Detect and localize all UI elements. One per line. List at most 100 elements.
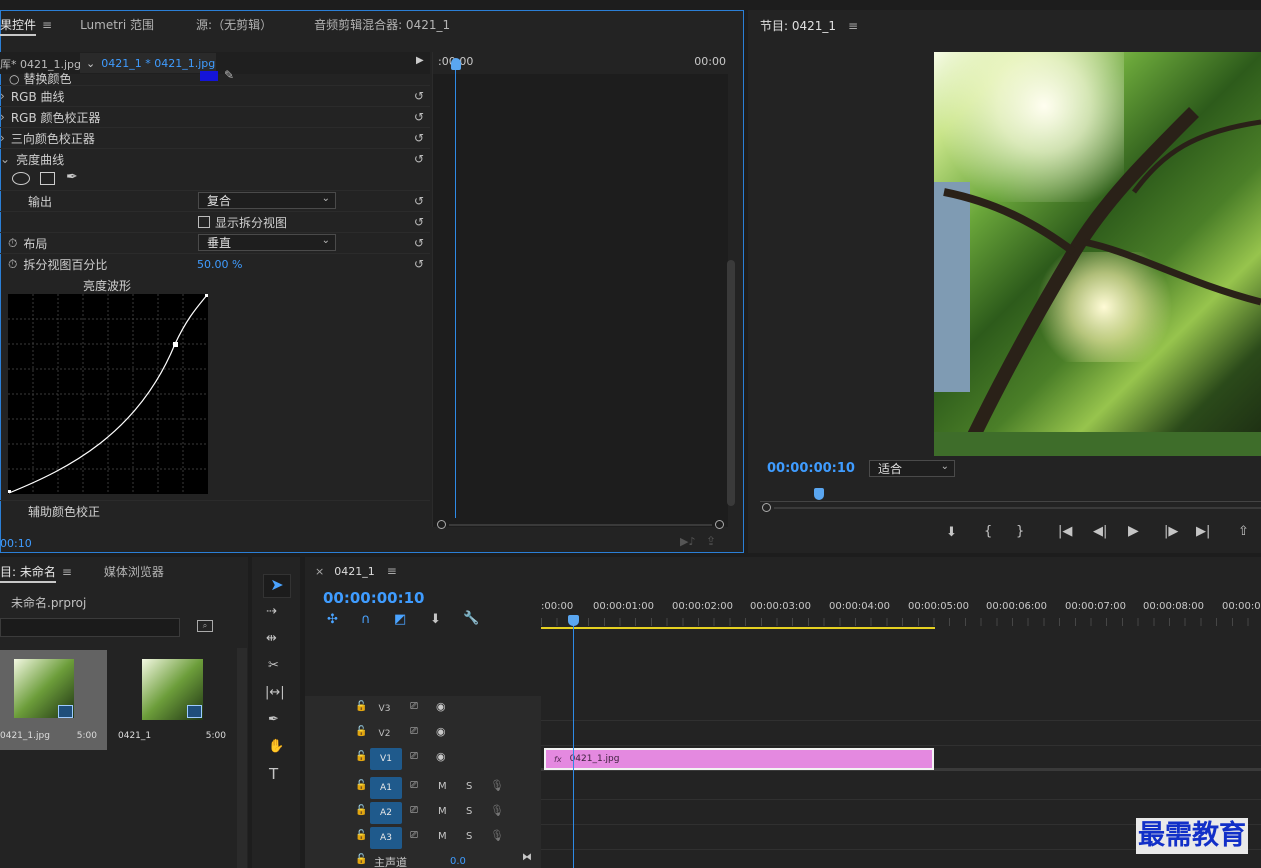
layout-dropdown[interactable]: 垂直 ⌄ (198, 234, 336, 251)
project-item-still[interactable]: 0421_1.jpg 5:00 (0, 650, 107, 750)
panel-menu-icon[interactable]: ≡ (42, 18, 52, 32)
track-target-v1[interactable]: V1 (370, 748, 402, 770)
lift-icon[interactable]: ⇧ (1238, 524, 1249, 539)
eye-icon[interactable]: ◉ (436, 750, 446, 763)
lock-icon[interactable]: 🔓 (355, 805, 367, 816)
reset-icon[interactable]: ↺ (414, 215, 424, 229)
track-target-v2[interactable]: V2 (372, 723, 397, 745)
nest-toggle-icon[interactable]: ✣ (327, 612, 338, 627)
pen-mask-icon[interactable]: ✒ (66, 169, 78, 185)
play-icon[interactable]: ▶ (1128, 523, 1139, 539)
stopwatch-icon[interactable]: ⏱ (8, 257, 17, 272)
mark-in-icon[interactable]: { (984, 524, 992, 539)
panel-menu-icon[interactable]: ≡ (848, 19, 858, 33)
add-marker-icon[interactable]: ⬇ (430, 612, 441, 627)
hand-tool-icon[interactable]: ✋ (268, 739, 284, 754)
vertical-scrollbar[interactable] (727, 260, 735, 506)
lock-icon[interactable]: 🔓 (355, 780, 367, 791)
timeline-ruler[interactable]: :00:00 00:00:01:00 00:00:02:00 00:00:03:… (541, 598, 1261, 630)
keyframe-playhead-handle[interactable] (451, 58, 461, 70)
keyframe-playhead[interactable] (455, 58, 456, 518)
stopwatch-icon[interactable]: ⏱ (8, 236, 17, 251)
export-icon[interactable]: ⇪ (706, 534, 716, 548)
eyedropper-icon[interactable]: ✎ (224, 68, 234, 82)
sync-lock-icon[interactable]: ⎚ (410, 805, 418, 816)
selection-tool-icon[interactable]: ➤ (263, 574, 291, 598)
effect-current-time[interactable]: 00:10 (0, 537, 32, 550)
color-swatch[interactable] (200, 71, 218, 81)
microphone-icon[interactable]: 🎙 (490, 779, 504, 792)
reset-icon[interactable]: ↺ (414, 110, 424, 124)
expand-icon[interactable]: › (0, 131, 5, 145)
reset-icon[interactable]: ↺ (414, 257, 424, 271)
tab-audio-clip-mixer[interactable]: 音频剪辑混合器: 0421_1 (302, 16, 462, 33)
program-ruler[interactable] (760, 488, 1261, 502)
expand-icon[interactable]: › (0, 89, 5, 103)
tab-lumetri-scopes[interactable]: Lumetri 范围 (68, 16, 166, 33)
tab-source[interactable]: 源:（无剪辑） (184, 16, 284, 33)
close-icon[interactable]: × (315, 565, 324, 578)
split-percent-value[interactable]: 50.00 % (197, 258, 242, 271)
lock-icon[interactable]: 🔓 (355, 751, 367, 762)
microphone-icon[interactable]: 🎙 (490, 804, 504, 817)
go-to-out-icon[interactable]: ▶| (1196, 524, 1210, 539)
reset-icon[interactable]: ↺ (414, 89, 424, 103)
reset-icon[interactable]: ↺ (414, 131, 424, 145)
lock-icon[interactable]: 🔓 (355, 726, 367, 737)
panel-menu-icon[interactable]: ≡ (387, 564, 397, 578)
solo-button[interactable]: S (466, 831, 472, 842)
step-back-icon[interactable]: ◀| (1093, 524, 1107, 539)
work-area-bar[interactable] (541, 627, 935, 629)
output-dropdown[interactable]: 复合 ⌄ (198, 192, 336, 209)
tab-media-browser[interactable]: 媒体浏览器 (92, 563, 176, 580)
rectangle-mask-icon[interactable] (40, 172, 55, 185)
secondary-color-row[interactable]: 辅助颜色校正 (0, 500, 430, 521)
zoom-scrollbar[interactable] (437, 520, 724, 530)
track-target-a3[interactable]: A3 (370, 827, 402, 849)
effect-luma-curve[interactable]: ⌄ 亮度曲线 ↺ (0, 148, 430, 169)
mute-button[interactable]: M (438, 806, 447, 817)
project-item-sequence[interactable]: 0421_1 5:00 (107, 650, 237, 750)
keyframe-ruler[interactable]: :00:00 00:00 (433, 52, 728, 74)
lock-icon[interactable]: 🔓 (355, 701, 367, 712)
project-search-input[interactable] (0, 618, 180, 637)
timeline-tab[interactable]: × 0421_1 ≡ (315, 564, 397, 578)
sync-lock-icon[interactable]: ⎚ (410, 726, 418, 737)
play-only-icon[interactable]: ▶ (416, 55, 424, 66)
sync-lock-icon[interactable]: ⎚ (410, 780, 418, 791)
tab-project[interactable]: 目: 未命名 ≡ (0, 563, 84, 583)
program-zoom-bar[interactable] (762, 503, 1261, 513)
reset-icon[interactable]: ↺ (414, 236, 424, 250)
fit-dropdown[interactable]: 适合 ⌄ (869, 460, 955, 477)
type-tool-icon[interactable]: T (269, 765, 278, 783)
collapse-icon[interactable]: ⌄ (0, 152, 10, 166)
effect-rgb-color-corrector[interactable]: › RGB 颜色校正器 ↺ (0, 106, 430, 127)
go-to-in-icon[interactable]: |◀ (1058, 524, 1072, 539)
razor-tool-icon[interactable]: ✂ (268, 658, 279, 673)
mute-button[interactable]: M (438, 781, 447, 792)
sync-lock-icon[interactable]: ⎚ (410, 830, 418, 841)
step-forward-icon[interactable]: |▶ (1164, 524, 1178, 539)
track-target-v3[interactable]: V3 (372, 698, 397, 720)
add-marker-icon[interactable]: ⬇ (946, 525, 957, 540)
split-view-checkbox[interactable] (198, 216, 210, 228)
timeline-playhead-handle[interactable] (568, 615, 579, 626)
wrench-icon[interactable]: 🔧 (463, 611, 479, 626)
track-target-a1[interactable]: A1 (370, 777, 402, 799)
eye-icon[interactable]: ◉ (436, 725, 446, 738)
timeline-clip[interactable]: fx 0421_1.jpg (544, 748, 934, 770)
pen-tool-icon[interactable]: ✒ (268, 712, 279, 727)
filter-audio-icon[interactable]: ▶♪ (680, 535, 695, 548)
ripple-edit-tool-icon[interactable]: ⇹ (266, 631, 277, 646)
effect-three-way-corrector[interactable]: › 三向颜色校正器 ↺ (0, 127, 430, 148)
new-bin-icon[interactable]: ⌕ (197, 620, 213, 632)
luma-curve-graph[interactable] (8, 294, 208, 494)
expand-icon[interactable]: › (0, 110, 5, 124)
program-timecode[interactable]: 00:00:00:10 (767, 461, 855, 476)
program-playhead-handle[interactable] (814, 488, 824, 500)
sync-lock-icon[interactable]: ⎚ (410, 701, 418, 712)
panel-menu-icon[interactable]: ≡ (62, 565, 72, 579)
track-select-tool-icon[interactable]: ⇢ (266, 604, 277, 619)
snap-icon[interactable]: ∩ (361, 612, 371, 627)
reset-icon[interactable]: ↺ (414, 194, 424, 208)
